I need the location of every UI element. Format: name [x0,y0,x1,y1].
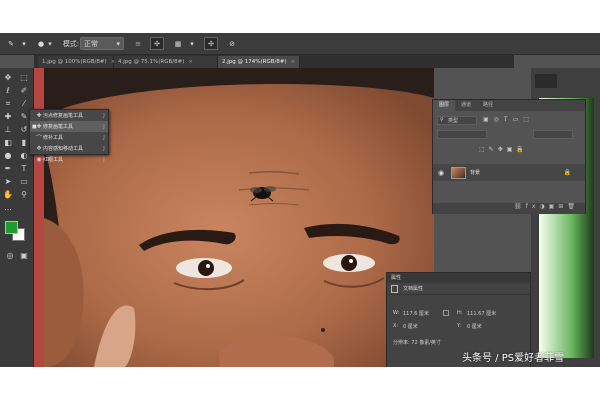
layers-panel-footer[interactable]: ⛓fx◑▣⊞🗑 [433,203,585,214]
chevron-down-icon: ▾ [116,39,120,48]
eye-icon[interactable]: ◉ [438,169,446,177]
tab-channels[interactable]: 通道 [455,100,477,111]
photoshop-window: ✎ ▾ ● ▾ 模式: 正常 ▾ ≡ ✣ ▦ ▾ ✣ ⊘ 1.jpg @ 100… [0,33,600,367]
chevron-down-icon[interactable]: ▾ [190,37,194,50]
flyout-item-spot-healing[interactable]: ✚ 污点修复画笔工具 J [30,110,108,121]
source-label-icon: ≡ [135,39,141,48]
healing-brush-icon[interactable]: ✎ [4,37,18,50]
mode-value: 正常 [84,39,98,48]
content-aware-move-icon: ✥ [36,145,42,152]
flyout-item-red-eye[interactable]: ◉ 红眼工具 J [30,154,108,165]
source-sampled-button[interactable]: ✣ [150,37,164,50]
foreground-color-swatch[interactable] [5,221,18,234]
screen-mode-icon[interactable]: ▣ [18,250,30,261]
aligned-toggle-button[interactable]: ✣ [204,37,218,50]
height-value[interactable]: 111.67 厘米 [467,310,496,317]
marquee-tool-icon[interactable]: ⬚ [18,72,30,83]
tab-4-jpg[interactable]: 4.jpg @ 75.1%(RGB/8#) × [114,56,218,68]
healing-brush-tool-icon[interactable]: ✚ [2,111,14,122]
layers-panel-tabs: 图层 通道 路径 [433,100,585,111]
layer-thumbnail [451,166,466,179]
hand-tool-icon[interactable]: ✋ [2,189,14,200]
pattern-icon[interactable]: ▦ [172,37,184,50]
document-tab-bar: 1.jpg @ 100%(RGB/8#) × 4.jpg @ 75.1%(RGB/… [34,55,514,68]
color-panel-icon[interactable] [535,74,557,88]
mode-select[interactable]: 正常 ▾ [80,37,124,50]
flyout-item-healing-brush[interactable]: ■ ✚ 修复画笔工具 J [30,121,108,132]
x-value[interactable]: 0 厘米 [403,323,418,330]
blur-tool-icon[interactable]: ● [2,150,14,161]
tab-1-jpg[interactable]: 1.jpg @ 100%(RGB/8#) × [38,56,115,68]
layer-row-background[interactable]: ◉ 背景 🔒 [433,164,585,181]
type-tool-icon[interactable]: T [18,163,30,174]
opacity-field[interactable] [533,130,573,139]
spot-healing-brush-icon: ✚ [36,112,42,119]
document-icon [391,284,398,293]
lasso-tool-icon[interactable]: ℓ [2,85,14,96]
close-icon[interactable]: × [188,59,193,65]
chevron-down-icon[interactable]: ▾ [22,37,26,50]
healing-tools-flyout: ✚ 污点修复画笔工具 J ■ ✚ 修复画笔工具 J ⌒ 修补工具 J ✥ 内容感… [29,109,109,163]
search-icon: ⚲ [440,117,444,123]
pen-tool-icon[interactable]: ✒ [2,163,14,174]
close-icon[interactable]: × [291,59,296,65]
properties-subtitle: 文档属性 [403,286,424,292]
tab-layers[interactable]: 图层 [433,100,456,111]
path-select-tool-icon[interactable]: ➤ [2,176,14,187]
more-tools-icon[interactable]: … [2,202,14,213]
brush-preset-icon[interactable]: ● [34,37,48,50]
resolution-text: 分辨率: 72 像素/英寸 [393,340,441,346]
quick-select-tool-icon[interactable]: ✐ [18,85,30,96]
chevron-down-icon[interactable]: ▾ [48,37,52,50]
properties-subtitle-row: 文档属性 [387,283,530,295]
eyedropper-tool-icon[interactable]: ⁄ [18,98,30,109]
lock-icon: 🔒 [563,169,571,176]
mode-label: 模式: [62,39,80,48]
shape-tool-icon[interactable]: ▭ [18,176,30,187]
layer-filter-icons[interactable]: ▣◎T▭⬚ [483,116,534,123]
healing-brush-icon: ✚ [36,123,42,130]
y-value[interactable]: 0 厘米 [467,323,482,330]
flyout-item-patch[interactable]: ⌒ 修补工具 J [30,132,108,143]
layers-panel: 图层 通道 路径 ⚲ 类型 ▣◎T▭⬚ ⬚✎✥▣🔒 ◉ 背景 🔒 ⛓fx◑▣⊞🗑 [432,99,586,214]
lock-icons[interactable]: ⬚✎✥▣🔒 [479,146,528,153]
red-eye-icon: ◉ [36,156,42,163]
flyout-item-content-aware-move[interactable]: ✥ 内容感知移动工具 J [30,143,108,154]
tab-paths[interactable]: 路径 [477,100,499,111]
sample-icon[interactable]: ⊘ [226,37,238,50]
layer-name: 背景 [470,170,481,176]
options-bar: ✎ ▾ ● ▾ 模式: 正常 ▾ ≡ ✣ ▦ ▾ ✣ ⊘ [0,33,600,55]
blend-mode-select[interactable] [437,130,487,139]
zoom-tool-icon[interactable]: ⚲ [18,189,30,200]
properties-title: 属性 [387,273,530,283]
move-tool-icon[interactable]: ✥ [2,72,14,83]
eraser-tool-icon[interactable]: ◧ [2,137,14,148]
width-value[interactable]: 117.6 厘米 [403,310,429,317]
clone-stamp-tool-icon[interactable]: ⊥ [2,124,14,135]
patch-tool-icon: ⌒ [35,135,42,142]
link-icon[interactable] [443,310,449,316]
watermark-text: 头条号 / PS爱好者菲雪 [462,353,565,364]
crop-tool-icon[interactable]: ⌗ [2,98,14,109]
layer-kind-filter[interactable]: ⚲ 类型 [437,116,477,125]
tab-2-jpg[interactable]: 2.jpg @ 174%(RGB/8#) × [218,56,300,68]
quick-mask-icon[interactable]: ◎ [4,250,16,261]
